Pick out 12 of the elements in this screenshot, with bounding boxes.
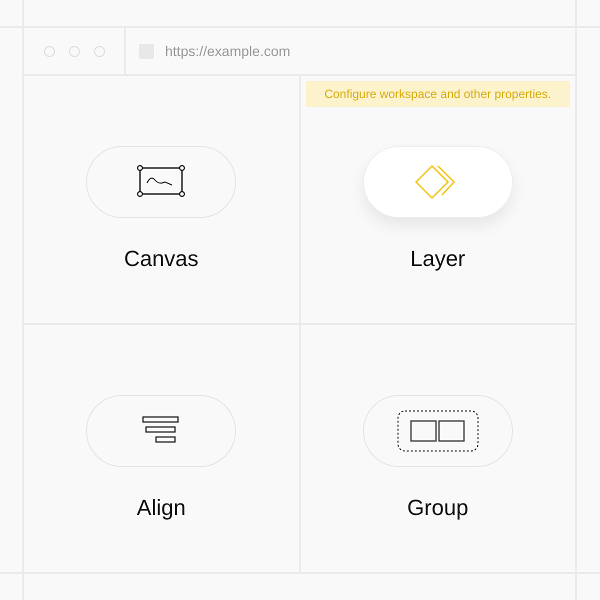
window-control-icon[interactable] [68, 46, 80, 56]
tooltip: Configure workspace and other properties. [306, 81, 570, 107]
tool-label: Layer [410, 246, 466, 272]
tool-button[interactable] [362, 395, 513, 467]
window-control-icon[interactable] [94, 46, 104, 56]
group-icon [396, 410, 479, 452]
canvas-icon [137, 165, 186, 199]
window-control-icon[interactable] [44, 46, 54, 56]
tool-label: Canvas [124, 246, 199, 272]
tool-label: Align [136, 495, 186, 521]
address-text: https://example.com [165, 43, 290, 59]
tool-label: Group [407, 495, 468, 521]
